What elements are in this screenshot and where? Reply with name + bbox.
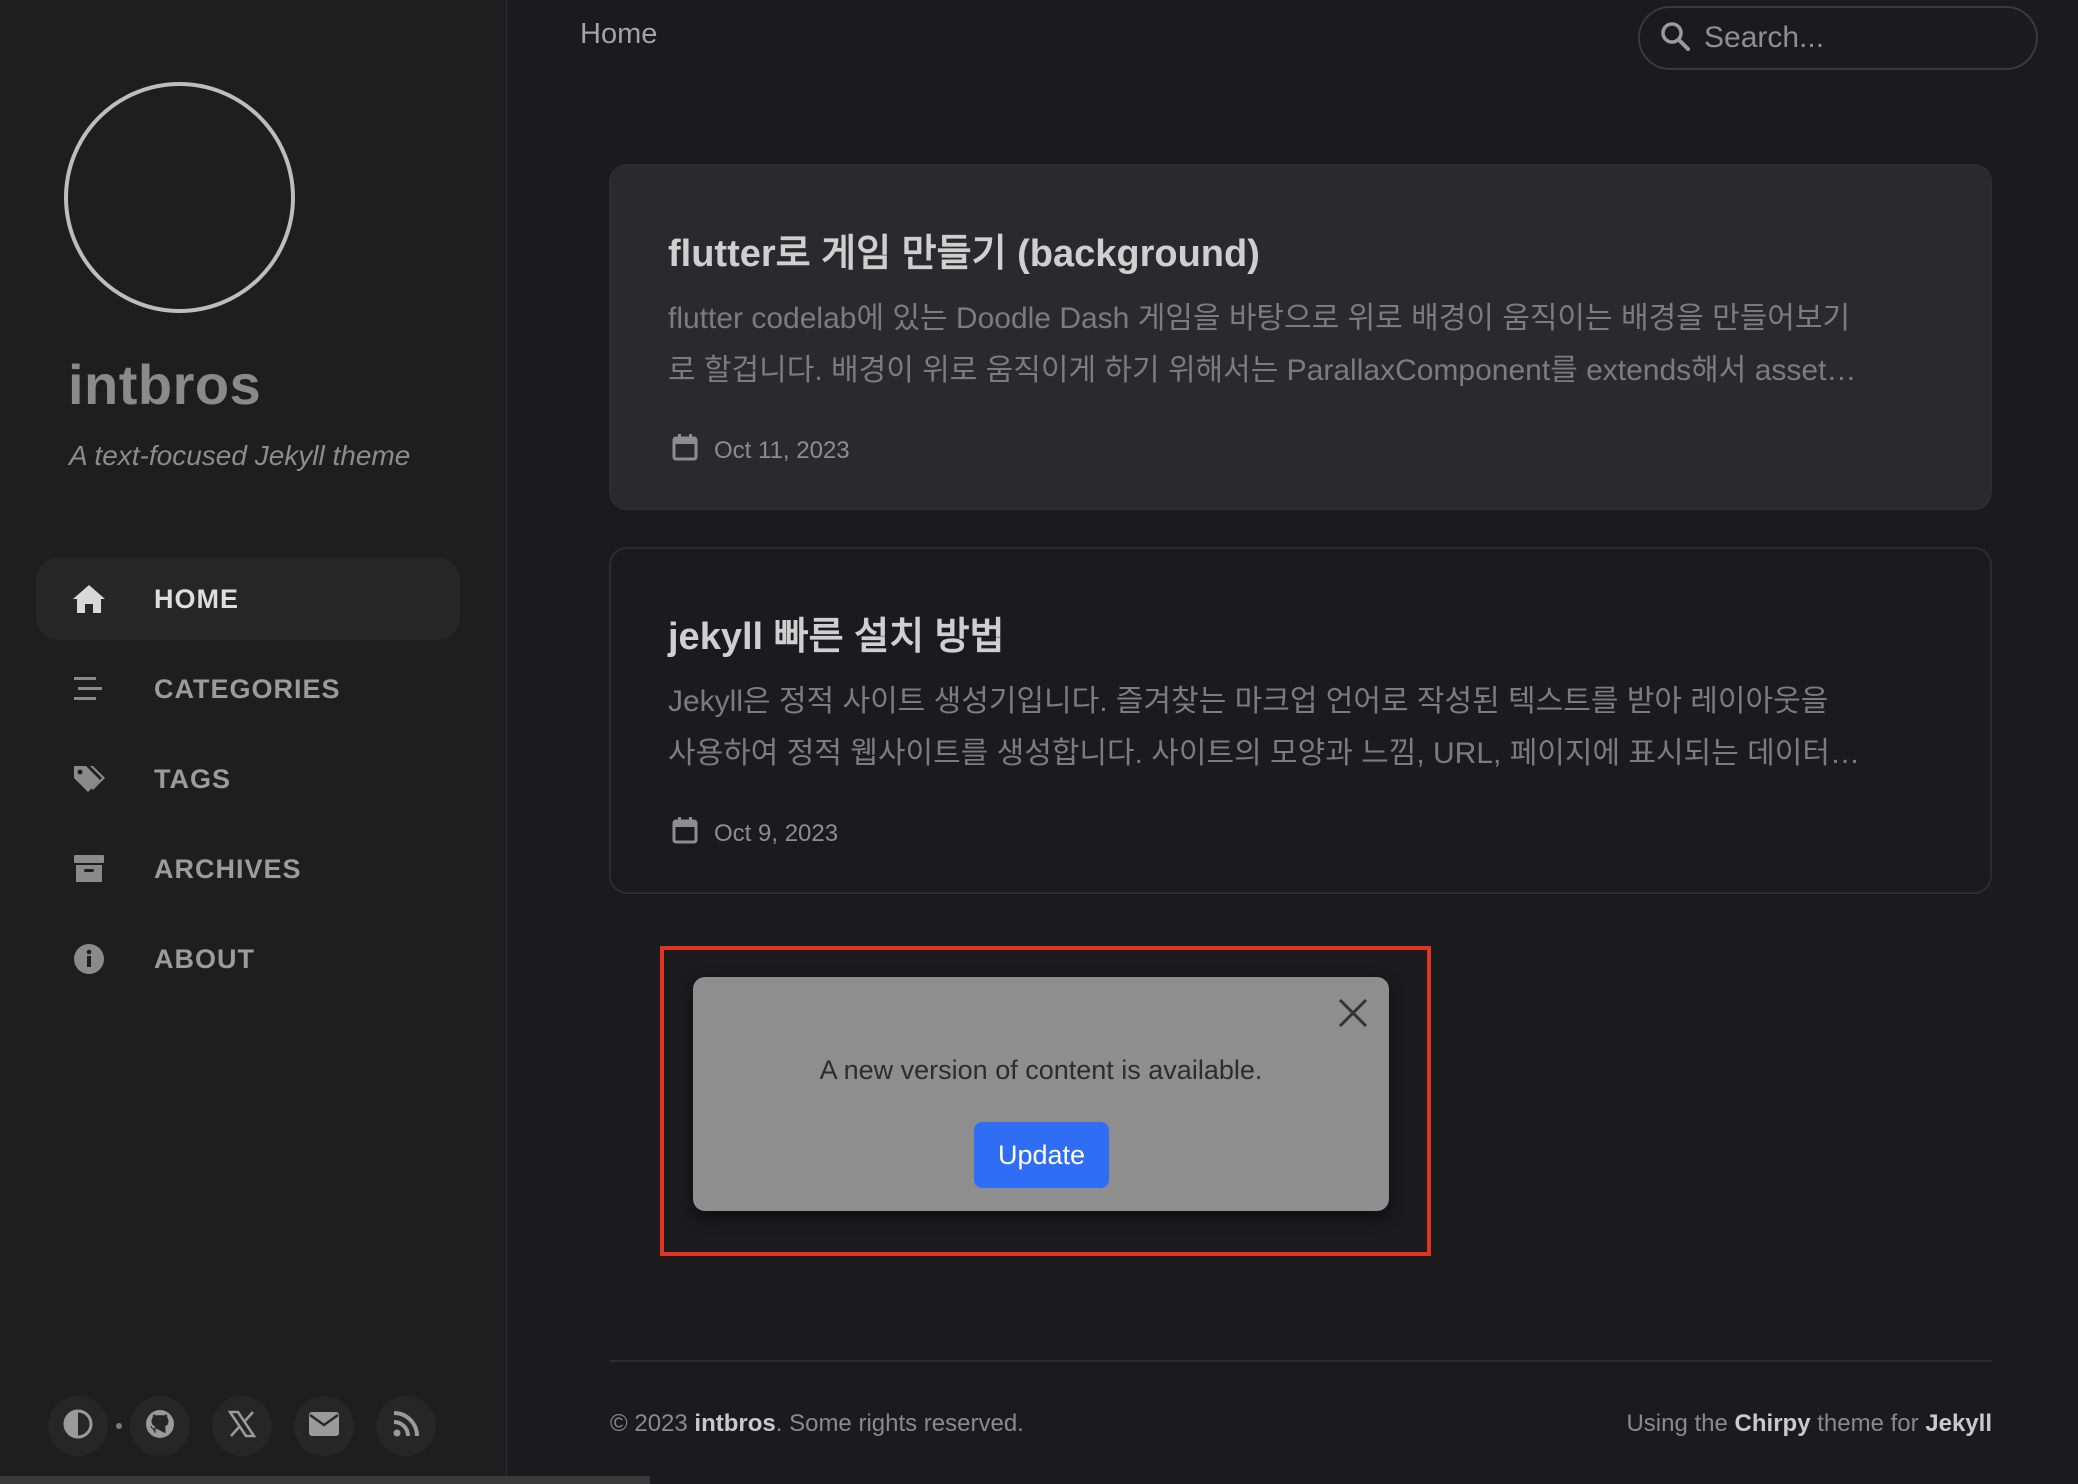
- email-icon: [308, 1411, 340, 1442]
- site-subtitle: A text-focused Jekyll theme: [69, 440, 411, 471]
- avatar[interactable]: [64, 82, 295, 313]
- sidebar-item-label: HOME: [154, 583, 239, 614]
- theme-toggle-button[interactable]: [48, 1396, 108, 1456]
- sidebar-item-about[interactable]: ABOUT: [36, 918, 460, 1000]
- search-icon: [1660, 21, 1690, 56]
- post-card[interactable]: jekyll 빠른 설치 방법 Jekyll은 정적 사이트 생성기입니다. 즐…: [609, 547, 1992, 894]
- post-excerpt-line: Jekyll은 정적 사이트 생성기입니다. 즐겨찾는 마크업 언어로 작성된 …: [668, 685, 1829, 718]
- sidebar: intbros A text-focused Jekyll theme HOME…: [0, 0, 507, 1484]
- site-title[interactable]: intbros: [68, 352, 261, 417]
- footer-credits: Using the Chirpy theme for Jekyll: [1626, 1410, 1992, 1438]
- sidebar-item-archives[interactable]: ARCHIVES: [36, 828, 460, 910]
- post-card[interactable]: flutter로 게임 만들기 (background) flutter cod…: [609, 164, 1992, 510]
- sidebar-bottom-links: [48, 1396, 458, 1456]
- update-message: A new version of content is available.: [819, 1055, 1263, 1085]
- sidebar-item-tags[interactable]: TAGS: [36, 738, 460, 820]
- search-box[interactable]: [1638, 6, 2038, 70]
- sidebar-item-label: TAGS: [154, 763, 231, 794]
- post-meta: Oct 9, 2023: [668, 816, 1934, 851]
- twitter-link[interactable]: [212, 1396, 272, 1456]
- owner-link[interactable]: intbros: [694, 1410, 775, 1437]
- copyright-suffix: . Some rights reserved.: [775, 1410, 1024, 1437]
- footer-copyright: © 2023 intbros. Some rights reserved.: [610, 1410, 1024, 1438]
- update-button[interactable]: Update: [974, 1122, 1109, 1188]
- post-date: Oct 9, 2023: [714, 819, 839, 847]
- search-input[interactable]: [1702, 20, 2022, 56]
- info-circle-icon: [69, 939, 109, 979]
- horizontal-scrollbar[interactable]: [0, 1476, 650, 1484]
- tags-icon: [69, 759, 109, 799]
- rss-icon: [392, 1410, 420, 1443]
- github-link[interactable]: [130, 1396, 190, 1456]
- post-date: Oct 11, 2023: [714, 436, 850, 464]
- theme-link[interactable]: Chirpy: [1735, 1410, 1811, 1437]
- home-icon: [69, 579, 109, 619]
- calendar-icon: [672, 816, 698, 851]
- post-excerpt-line: flutter codelab에 있는 Doodle Dash 게임을 바탕으로…: [668, 302, 1851, 335]
- copyright-prefix: © 2023: [610, 1410, 695, 1437]
- post-excerpt: flutter codelab에 있는 Doodle Dash 게임을 바탕으로…: [668, 293, 1934, 397]
- sidebar-item-label: ABOUT: [154, 943, 255, 974]
- jekyll-link[interactable]: Jekyll: [1925, 1410, 1992, 1437]
- post-title[interactable]: jekyll 빠른 설치 방법: [668, 605, 1934, 660]
- sidebar-item-label: CATEGORIES: [154, 673, 341, 704]
- x-twitter-icon: [227, 1410, 257, 1443]
- rss-link[interactable]: [376, 1396, 436, 1456]
- close-icon: [1337, 997, 1369, 1034]
- sidebar-item-home[interactable]: HOME: [36, 558, 460, 640]
- sidebar-nav: HOME CATEGORIES TAGS ARCHIVES ABOUT: [36, 558, 460, 1008]
- breadcrumb: Home: [580, 18, 658, 50]
- email-link[interactable]: [294, 1396, 354, 1456]
- sidebar-item-categories[interactable]: CATEGORIES: [36, 648, 460, 730]
- post-title[interactable]: flutter로 게임 만들기 (background): [668, 222, 1934, 277]
- github-icon: [145, 1409, 175, 1444]
- post-excerpt-line: 로 할겁니다. 배경이 위로 움직이게 하기 위해서는 ParallaxComp…: [668, 354, 1857, 387]
- post-meta: Oct 11, 2023: [668, 433, 1934, 468]
- separator-dot: [116, 1423, 122, 1429]
- footer-divider: [610, 1360, 1992, 1362]
- sidebar-item-label: ARCHIVES: [154, 853, 302, 884]
- theme-toggle-icon: [63, 1409, 93, 1444]
- credits-prefix: Using the: [1626, 1410, 1735, 1437]
- post-excerpt: Jekyll은 정적 사이트 생성기입니다. 즐겨찾는 마크업 언어로 작성된 …: [668, 676, 1934, 780]
- archive-icon: [69, 849, 109, 889]
- calendar-icon: [672, 433, 698, 468]
- close-button[interactable]: [1333, 995, 1373, 1035]
- credits-mid: theme for: [1810, 1410, 1926, 1437]
- update-notification: A new version of content is available. U…: [693, 977, 1389, 1211]
- post-excerpt-line: 사용하여 정적 웹사이트를 생성합니다. 사이트의 모양과 느낌, URL, 페…: [668, 737, 1860, 770]
- stream-icon: [69, 669, 109, 709]
